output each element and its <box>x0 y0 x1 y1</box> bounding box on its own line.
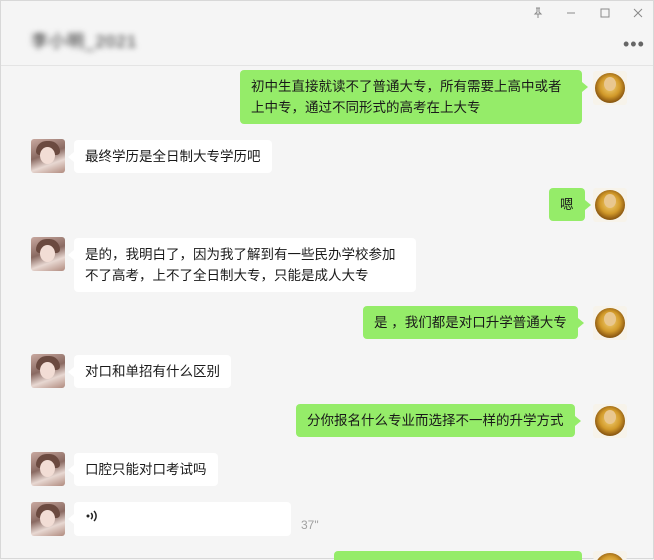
maximize-button[interactable] <box>597 7 613 23</box>
message-bubble-incoming[interactable]: 对口和单招有什么区别 <box>68 355 231 388</box>
message-bubble-outgoing[interactable]: 是 ，我们都是对口升学普通大专 <box>363 306 584 339</box>
message-bubble-incoming[interactable]: 口腔只能对口考试吗 <box>68 453 218 486</box>
more-options-icon[interactable]: ••• <box>623 34 645 55</box>
contact-avatar[interactable] <box>31 139 65 173</box>
contact-avatar[interactable] <box>31 237 65 271</box>
my-avatar[interactable] <box>593 188 627 222</box>
contact-avatar[interactable] <box>31 452 65 486</box>
minimize-button[interactable] <box>563 7 579 23</box>
contact-avatar[interactable] <box>31 502 65 536</box>
message-bubble-outgoing[interactable]: 分你报名什么专业而选择不一样的升学方式 <box>296 404 580 437</box>
chat-header: 李小明_2021 ••• <box>1 1 653 66</box>
my-avatar[interactable] <box>593 306 627 340</box>
contact-avatar[interactable] <box>31 354 65 388</box>
message-text: 嗯 <box>560 197 574 212</box>
message-text: 是 ，我们都是对口升学普通大专 <box>374 315 567 330</box>
message-bubble-incoming[interactable]: 是的，我明白了，因为我了解到有一些民办学校参加不了高考，上不了全日制大专，只能是… <box>68 238 416 292</box>
message-text: 对口和单招有什么区别 <box>85 364 220 379</box>
message-text: 初中生直接就读不了普通大专，所有需要上高中或者上中专，通过不同形式的高考在上大专 <box>251 79 562 115</box>
pin-icon[interactable] <box>530 7 546 23</box>
message-text: 分你报名什么专业而选择不一样的升学方式 <box>307 413 564 428</box>
message-bubble-outgoing[interactable]: 嗯 <box>549 188 590 221</box>
contact-name[interactable]: 李小明_2021 <box>31 27 137 52</box>
message-bubble-outgoing[interactable]: 初中生直接就读不了普通大专，所有需要上高中或者上中专，通过不同形式的高考在上大专 <box>240 70 588 124</box>
voice-wave-icon <box>85 508 99 530</box>
my-avatar[interactable] <box>593 71 627 105</box>
message-bubble-incoming[interactable]: 最终学历是全日制大专学历吧 <box>68 140 272 173</box>
voice-message-bubble[interactable] <box>68 502 291 536</box>
close-button[interactable] <box>630 7 646 23</box>
message-text: 最终学历是全日制大专学历吧 <box>85 149 261 164</box>
chat-window: 李小明_2021 ••• 初中生直接就读不了普通大专，所有需要上高中或者上中专，… <box>0 0 654 560</box>
message-text: 口腔只能对口考试吗 <box>85 462 207 477</box>
my-avatar[interactable] <box>593 404 627 438</box>
message-text: 是的，我明白了，因为我了解到有一些民办学校参加不了高考，上不了全日制大专，只能是… <box>85 247 396 283</box>
voice-duration: 37" <box>301 518 319 532</box>
